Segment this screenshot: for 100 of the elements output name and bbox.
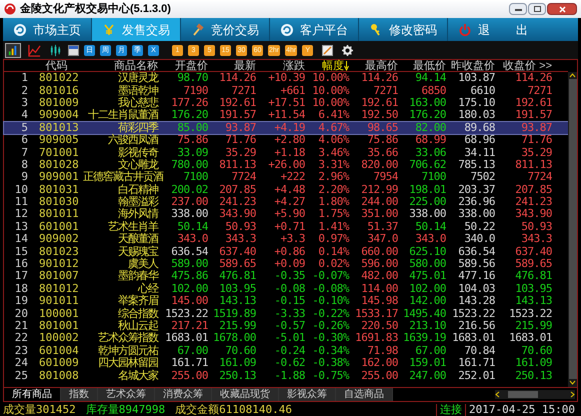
column-header[interactable]: 最高价 bbox=[365, 60, 398, 72]
table-row[interactable]: 17 801007 墨韵春华 475.86 476.81 -0.35 -0.07% 482.00 475.01 477.16 476.81 bbox=[4, 270, 568, 283]
table-cell-text: 343.0 bbox=[414, 233, 447, 246]
column-header[interactable]: 涨跌 bbox=[283, 60, 305, 72]
table-cell-text: +4.19 bbox=[273, 122, 306, 134]
table-row[interactable]: 21 801001 秋山云起 217.21 215.99 -0.57 -0.26% 220.50 213.10 216.56 215.99 bbox=[4, 320, 568, 332]
row-number: 9 bbox=[20, 171, 29, 184]
table-cell-text: 汉唐灵龙 bbox=[117, 72, 160, 84]
table-row[interactable]: 13 601001 艺术生肖羊 50.14 50.93 +0.71 1.41% 51.37 50.14 50.22 50.93 bbox=[4, 220, 568, 234]
scroll-down-icon[interactable] bbox=[569, 380, 576, 385]
column-header[interactable]: 收盘价 >> bbox=[503, 60, 552, 72]
table-cell-text: 70.60 bbox=[224, 344, 257, 357]
column-header[interactable]: 开盘价 bbox=[175, 60, 208, 72]
category-tab[interactable]: 消费众筹 bbox=[155, 388, 212, 401]
table-row[interactable]: 10 801031 白石精神 200.02 207.85 +4.48 2.20% 212.99 198.01 203.37 207.85 bbox=[4, 184, 568, 196]
table-cell-text: 乾坤方圆元祐 bbox=[97, 344, 160, 357]
table-cell-text: 161.09 bbox=[218, 357, 257, 370]
table-row[interactable]: 5 801013 荷彩四季 85.00 93.87 +4.19 4.67% 98.65 82.00 89.68 93.87 bbox=[4, 122, 568, 134]
scroll-thumb[interactable] bbox=[568, 79, 576, 379]
table-cell-text: 白石精神 bbox=[117, 184, 160, 196]
maximize-button[interactable] bbox=[528, 3, 546, 15]
table-cell-text: 580.00 bbox=[408, 258, 447, 270]
table-row[interactable]: 24 601009 四大园林留园 161.71 161.09 -0.62 -0.38% 162.00 159.01 161.71 161.09 bbox=[4, 356, 568, 370]
table-cell-text: 114.00 bbox=[360, 282, 399, 295]
table-cell-text: 162.00 bbox=[360, 357, 399, 370]
category-tab[interactable]: 自选商品 bbox=[336, 388, 393, 401]
table-row[interactable]: 25 801008 名城大家 255.00 250.13 -1.88 -0.75% 255.00 247.00 252.01 250.13 bbox=[4, 369, 568, 382]
table-row[interactable]: 9 909001 正德窖藏古井贡酒 7100 7724 +222 2.96% 7954 7100 7502 7724 bbox=[4, 171, 568, 184]
table-row[interactable]: 4 909004 十二生肖鼠董酒 176.20 191.57 +11.54 6.41% 192.50 176.20 180.03 191.57 bbox=[4, 109, 568, 122]
table-cell-text: 589.65 bbox=[514, 258, 553, 270]
table-row[interactable]: 14 909002 天酿董酒 343.0 343.3 +3.3 0.97% 347.0 343.0 340.0 343.3 bbox=[4, 233, 568, 246]
column-header[interactable]: 代码 bbox=[46, 60, 68, 72]
table-row[interactable]: 12 801011 海外风情 338.00 343.90 +5.90 1.75% 351.00 338.00 338.00 343.90 bbox=[4, 208, 568, 221]
table-cell-text: -0.62 bbox=[273, 357, 306, 370]
drawing-tool-icon[interactable] bbox=[322, 44, 334, 56]
table-cell-text: 103.95 bbox=[514, 282, 553, 295]
column-header[interactable]: 最新 bbox=[234, 60, 256, 72]
table-cell-text: 343.90 bbox=[514, 208, 553, 220]
category-tab[interactable]: 艺术众筹 bbox=[98, 388, 155, 401]
table-row[interactable]: 18 801012 心经 102.00 103.95 -0.08 -0.08% 114.00 102.00 104.03 103.95 bbox=[4, 282, 568, 296]
close-button[interactable] bbox=[547, 3, 577, 15]
scroll-up-icon[interactable] bbox=[569, 73, 576, 78]
table-row[interactable]: 1 801022 汉唐灵龙 98.70 114.26 +10.39 10.00% 114.26 94.14 103.87 114.26 bbox=[4, 72, 568, 84]
minimize-icon bbox=[514, 8, 522, 10]
table-row[interactable]: 16 901012 虞美人 589.00 589.65 +0.09 0.02% 596.00 580.00 589.56 589.65 bbox=[4, 258, 568, 270]
table-row[interactable]: 6 909005 六骏西凤酒 75.86 71.76 +2.80 4.06% 75.86 68.99 68.96 71.76 bbox=[4, 134, 568, 146]
table-cell-text: 163.00 bbox=[408, 96, 447, 109]
table-cell-text: 143.13 bbox=[218, 295, 257, 308]
category-tab[interactable]: 影视众筹 bbox=[279, 388, 336, 401]
table-cell-text: 161.71 bbox=[457, 357, 496, 370]
minimize-button[interactable] bbox=[509, 3, 527, 15]
bar-chart-icon bbox=[6, 44, 20, 56]
table-row[interactable]: 7 701001 影视传奇 33.09 35.29 +1.18 3.46% 35.66 33.06 34.11 35.29 bbox=[4, 146, 568, 159]
table-row[interactable]: 20 100001 综合指数 1523.22 1519.89 -3.33 -0.22% 1533.17 1495.40 1523.22 1523.22 bbox=[4, 307, 568, 320]
table-cell-text: 343.3 bbox=[224, 233, 257, 246]
table-cell-text: 203.37 bbox=[457, 184, 496, 196]
settings-icon[interactable] bbox=[342, 44, 354, 56]
table-cell-text: 252.01 bbox=[457, 370, 496, 382]
column-header[interactable]: 幅度 bbox=[322, 60, 344, 72]
row-number: 25 bbox=[14, 370, 29, 382]
category-tab[interactable]: 收藏品现货 bbox=[212, 388, 279, 401]
view-button[interactable] bbox=[5, 42, 21, 58]
row-number: 4 bbox=[20, 109, 29, 122]
table-row[interactable]: 22 100002 艺术众筹指数 1683.01 1678.00 -5.01 -0.30% 1691.83 1639.19 1683.01 1683.01 bbox=[4, 332, 568, 345]
table-cell-text: 1691.83 bbox=[354, 332, 399, 344]
table-cell-text: 177.26 bbox=[170, 96, 209, 109]
table-cell-text: 67.00 bbox=[176, 344, 209, 357]
table-row[interactable]: 11 801030 翰墨溢彩 237.00 241.23 +4.27 1.80% 244.00 225.00 236.96 241.23 bbox=[4, 196, 568, 208]
table-row[interactable]: 15 801023 天赐瑰宝 636.54 637.40 +0.86 0.14% 660.00 625.10 636.54 637.40 bbox=[4, 245, 568, 258]
table-cell-text: 2.96% bbox=[317, 171, 350, 184]
table-cell-text: 801013 bbox=[38, 122, 80, 134]
table-cell-text: 192.50 bbox=[360, 109, 399, 122]
table-cell-text: 33.09 bbox=[176, 146, 209, 159]
nav-tab[interactable]: 退 出 bbox=[448, 18, 538, 41]
table-cell-text: 墨韵春华 bbox=[117, 270, 160, 282]
row-number: 3 bbox=[20, 96, 29, 109]
table-cell-text: 244.00 bbox=[360, 196, 399, 208]
table-cell-text: 102.00 bbox=[170, 282, 209, 295]
table-cell-text: 237.00 bbox=[170, 196, 209, 208]
scroll-right-icon[interactable] bbox=[570, 391, 575, 398]
table-cell-text: 举案齐眉 bbox=[117, 295, 160, 308]
calendar-icon[interactable] bbox=[68, 44, 79, 56]
column-header[interactable]: 最低价 bbox=[413, 60, 446, 72]
horizontal-scroll-thumb[interactable] bbox=[508, 391, 538, 398]
table-cell-text: 71.76 bbox=[224, 134, 257, 146]
table-row[interactable]: 3 801009 我心慈悲 177.26 192.61 +17.51 10.00% 192.61 163.00 175.10 192.61 bbox=[4, 96, 568, 110]
yen-icon bbox=[102, 22, 116, 36]
table-cell-text: 7271 bbox=[526, 84, 553, 97]
table-cell-text: -0.07% bbox=[311, 270, 350, 282]
scroll-left-icon[interactable] bbox=[495, 391, 500, 398]
table-row[interactable]: 2 801016 墨语乾坤 7190 7271 +661 10.00% 7271 6850 6610 7271 bbox=[4, 84, 568, 97]
table-cell-text: 93.87 bbox=[520, 122, 553, 134]
column-header[interactable]: 商品名称 bbox=[114, 60, 158, 72]
table-cell-text: 909001 bbox=[38, 171, 80, 184]
table-row[interactable]: 8 801028 文心雕龙 780.00 811.13 +26.00 3.31% 820.00 706.62 785.13 811.13 bbox=[4, 158, 568, 172]
category-tab[interactable]: 指数 bbox=[61, 388, 98, 401]
column-header[interactable]: 昨收盘价 bbox=[451, 60, 495, 72]
row-number: 22 bbox=[14, 332, 29, 344]
table-row[interactable]: 23 601004 乾坤方圆元祐 67.00 70.60 -0.24 -0.34% 71.98 67.00 70.84 70.60 bbox=[4, 344, 568, 357]
table-row[interactable]: 19 901011 举案齐眉 145.00 143.13 -0.15 -0.10% 145.98 142.00 143.28 143.13 bbox=[4, 295, 568, 308]
